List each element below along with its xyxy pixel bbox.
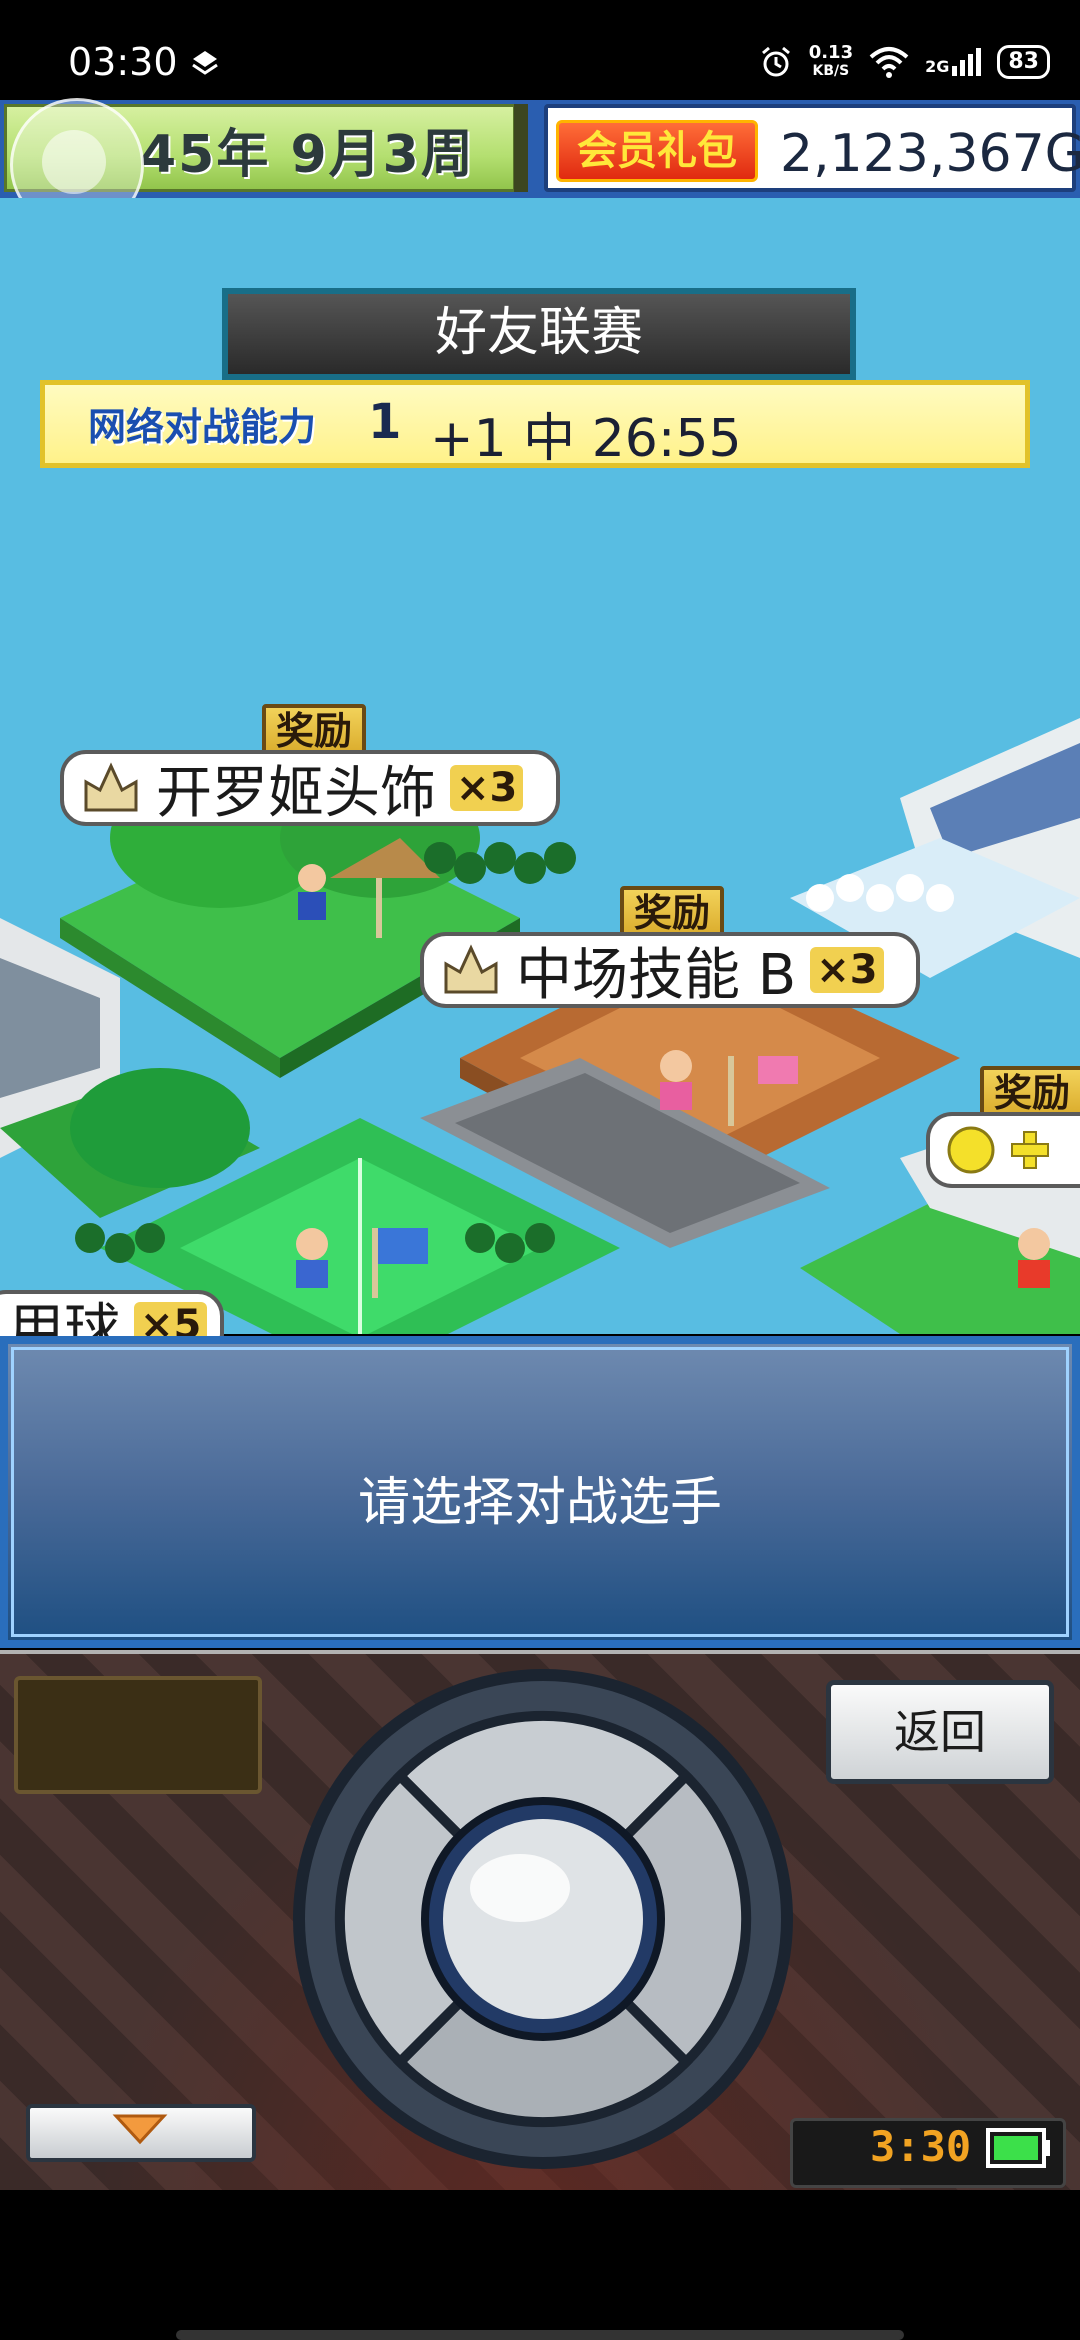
net-speed: 0.13 KB/S xyxy=(808,42,854,80)
skill-icon xyxy=(444,944,498,994)
dpad-center-button[interactable] xyxy=(443,1819,643,2019)
reward-bubble[interactable]: 开罗姬头饰 ×3 xyxy=(60,750,560,826)
battery-indicator: 83 xyxy=(997,45,1050,79)
message-text: 请选择对战选手 xyxy=(357,1473,722,1533)
net-power-level: 1 xyxy=(368,394,402,450)
floating-assistant-icon xyxy=(42,130,106,194)
page-title: 好友联赛 xyxy=(222,288,856,380)
left-slot xyxy=(14,1676,262,1794)
reward-label: 开罗姬头饰 xyxy=(156,760,436,826)
net-power-status: +1 中 26:55 xyxy=(430,409,742,469)
system-bottom-bar xyxy=(0,2190,1080,2340)
net-power-label: 网络对战能力 xyxy=(88,405,317,449)
reward-multiplier: ×3 xyxy=(450,765,524,811)
player-sprite xyxy=(298,864,326,920)
status-icons: 0.13 KB/S 2G 83 xyxy=(759,44,1050,80)
alarm-icon xyxy=(761,46,790,77)
reward-label: 中场技能 B xyxy=(516,942,797,1008)
wifi-icon xyxy=(869,47,909,78)
dpad[interactable] xyxy=(290,1666,796,2172)
game-date: 45年 9月3周 xyxy=(140,125,475,185)
header-divider xyxy=(514,104,528,192)
reward-bubble[interactable]: 中场技能 B ×3 xyxy=(420,932,920,1008)
reward-multiplier: ×3 xyxy=(810,947,884,993)
money-amount: 2,123,367G xyxy=(780,124,1080,184)
navigation-icon xyxy=(192,51,218,75)
vip-gift-button[interactable]: 会员礼包 xyxy=(556,120,758,182)
back-button[interactable]: 返回 xyxy=(826,1680,1054,1784)
game-clock-time: 3:30 xyxy=(870,2122,972,2171)
plus-icon xyxy=(1011,1131,1049,1169)
reward-bubble[interactable] xyxy=(926,1112,1080,1188)
signal-icon: 2G xyxy=(925,48,982,76)
battery-icon xyxy=(986,2128,1050,2168)
home-indicator[interactable] xyxy=(176,2330,904,2340)
headpiece-icon xyxy=(84,762,138,812)
triangle-down-icon xyxy=(112,2114,168,2145)
status-time: 03:30 xyxy=(68,40,178,84)
coin-icon xyxy=(947,1126,995,1174)
